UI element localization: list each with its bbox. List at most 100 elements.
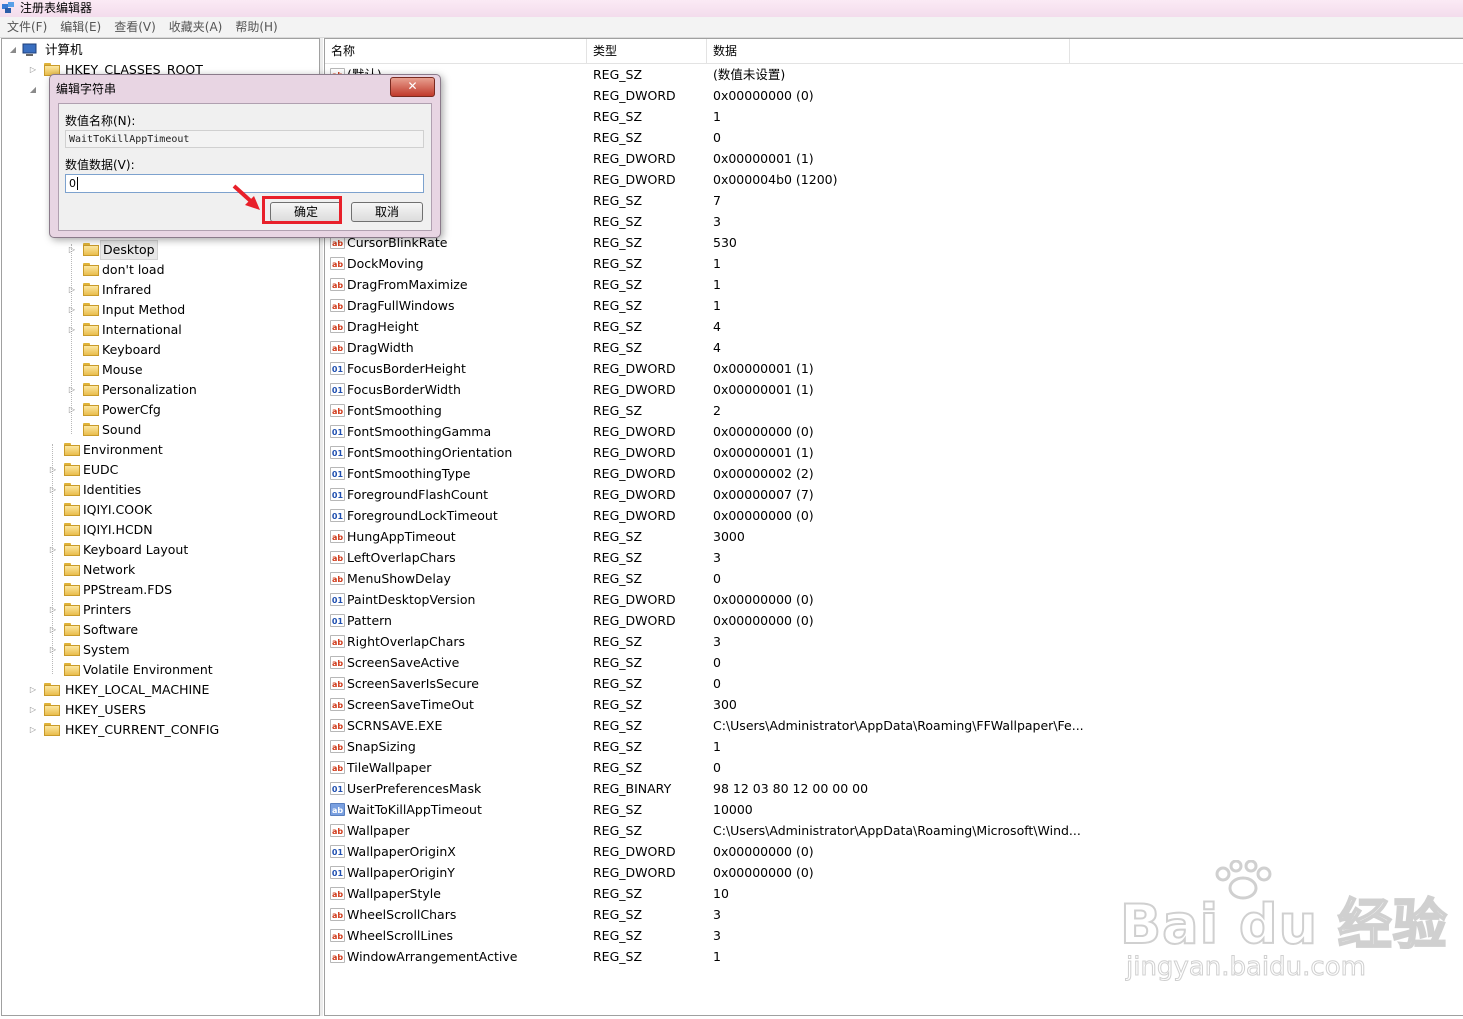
- menu-file[interactable]: 文件(F): [7, 17, 47, 37]
- menu-edit[interactable]: 编辑(E): [60, 17, 101, 37]
- table-row[interactable]: ab MenuShowDelay REG_SZ 0: [325, 568, 1463, 589]
- table-row[interactable]: ab SCRNSAVE.EXE REG_SZ C:\Users\Administrat…: [325, 715, 1463, 736]
- table-row[interactable]: 01TimeoutREG_DWORD0x00000000 (0): [325, 85, 1463, 106]
- tree-label[interactable]: Keyboard: [100, 340, 163, 360]
- expand-toggle-icon[interactable]: ▷: [28, 60, 38, 80]
- table-row[interactable]: 01REG_DWORD0x00000001 (1): [325, 148, 1463, 169]
- table-row[interactable]: ab FontSmoothing REG_SZ 2: [325, 400, 1463, 421]
- tree-label[interactable]: PPStream.FDS: [81, 580, 174, 600]
- tree-label[interactable]: Sound: [100, 420, 143, 440]
- table-row[interactable]: ab CursorBlinkRate REG_SZ 530: [325, 232, 1463, 253]
- tree-label[interactable]: PowerCfg: [100, 400, 163, 420]
- folder-icon: [44, 723, 60, 736]
- expand-toggle-icon[interactable]: ◢: [28, 80, 38, 100]
- values-list[interactable]: 名称 类型 数据 ab(默认)REG_SZ(数值未设置)01TimeoutREG…: [324, 38, 1463, 1016]
- expand-toggle-icon[interactable]: ▷: [67, 400, 77, 420]
- value-data: 7: [713, 193, 721, 208]
- tree-label[interactable]: Personalization: [100, 380, 199, 400]
- menu-help[interactable]: 帮助(H): [235, 17, 277, 37]
- table-row[interactable]: ab SnapSizing REG_SZ 1: [325, 736, 1463, 757]
- table-row[interactable]: 01 WallpaperOriginX REG_DWORD 0x00000000 (0…: [325, 841, 1463, 862]
- table-row[interactable]: abREG_SZ1: [325, 106, 1463, 127]
- table-row[interactable]: abREG_SZ3: [325, 211, 1463, 232]
- tree-label[interactable]: Keyboard Layout: [81, 540, 190, 560]
- tree-label[interactable]: Mouse: [100, 360, 145, 380]
- expand-toggle-icon[interactable]: ▷: [67, 320, 77, 340]
- expand-toggle-icon[interactable]: ▷: [48, 480, 58, 500]
- tree-label[interactable]: Infrared: [100, 280, 153, 300]
- table-row[interactable]: ab WaitToKillAppTimeout REG_SZ 10000: [325, 799, 1463, 820]
- table-row[interactable]: abnsREG_SZ7: [325, 190, 1463, 211]
- table-row[interactable]: ab ScreenSaveTimeOut REG_SZ 300: [325, 694, 1463, 715]
- expand-toggle-icon[interactable]: ▷: [48, 600, 58, 620]
- value-data: 2: [713, 403, 721, 418]
- folder-icon: [64, 643, 80, 656]
- table-row[interactable]: ab(默认)REG_SZ(数值未设置): [325, 64, 1463, 85]
- tree-label[interactable]: HKEY_CURRENT_CONFIG: [63, 720, 221, 740]
- table-row[interactable]: abResetsREG_SZ0: [325, 127, 1463, 148]
- table-row[interactable]: ab HungAppTimeout REG_SZ 3000: [325, 526, 1463, 547]
- table-row[interactable]: ab TileWallpaper REG_SZ 0: [325, 757, 1463, 778]
- value-name: ScreenSaveActive: [347, 655, 460, 670]
- column-header-name[interactable]: 名称: [325, 39, 587, 63]
- expand-toggle-icon[interactable]: ▷: [48, 460, 58, 480]
- table-row[interactable]: 01 FontSmoothingType REG_DWORD 0x00000002 (…: [325, 463, 1463, 484]
- tree-label[interactable]: Software: [81, 620, 140, 640]
- tree-label[interactable]: Identities: [81, 480, 143, 500]
- tree-label[interactable]: Environment: [81, 440, 165, 460]
- value-data: 300: [713, 697, 737, 712]
- tree-label[interactable]: IQIYI.HCDN: [81, 520, 155, 540]
- table-row[interactable]: 01 FontSmoothingGamma REG_DWORD 0x00000000 …: [325, 421, 1463, 442]
- menu-view[interactable]: 查看(V): [114, 17, 156, 37]
- computer-icon: [22, 43, 37, 56]
- table-row[interactable]: ab DockMoving REG_SZ 1: [325, 253, 1463, 274]
- column-header-data[interactable]: 数据: [707, 39, 1070, 63]
- expand-toggle-icon[interactable]: ▷: [28, 700, 38, 720]
- tree-label[interactable]: Input Method: [100, 300, 187, 320]
- tree-label[interactable]: HKEY_LOCAL_MACHINE: [63, 680, 211, 700]
- expand-toggle-icon[interactable]: ▷: [28, 720, 38, 740]
- tree-label[interactable]: System: [81, 640, 132, 660]
- tree-label[interactable]: Desktop: [100, 240, 158, 260]
- table-row[interactable]: ab DragHeight REG_SZ 4: [325, 316, 1463, 337]
- close-icon[interactable]: ✕: [390, 77, 435, 97]
- expand-toggle-icon[interactable]: ▷: [67, 240, 77, 260]
- table-row[interactable]: 01 PaintDesktopVersion REG_DWORD 0x00000000…: [325, 589, 1463, 610]
- tree-label[interactable]: EUDC: [81, 460, 120, 480]
- expand-toggle-icon[interactable]: ▷: [28, 680, 38, 700]
- table-row[interactable]: 01 ForegroundFlashCount REG_DWORD 0x0000000…: [325, 484, 1463, 505]
- table-row[interactable]: 01 ForegroundLockTimeout REG_DWORD 0x000000…: [325, 505, 1463, 526]
- expand-toggle-icon[interactable]: ▷: [48, 620, 58, 640]
- tree-label[interactable]: International: [100, 320, 184, 340]
- cancel-button[interactable]: 取消: [351, 202, 423, 222]
- expand-toggle-icon[interactable]: ▷: [48, 640, 58, 660]
- expand-toggle-icon[interactable]: ▷: [67, 280, 77, 300]
- table-row[interactable]: 01 FocusBorderHeight REG_DWORD 0x00000001 (…: [325, 358, 1463, 379]
- table-row[interactable]: ab Wallpaper REG_SZ C:\Users\Administrator\…: [325, 820, 1463, 841]
- table-row[interactable]: ab ScreenSaveActive REG_SZ 0: [325, 652, 1463, 673]
- column-header-type[interactable]: 类型: [587, 39, 707, 63]
- table-row[interactable]: ab DragFromMaximize REG_SZ 1: [325, 274, 1463, 295]
- table-row[interactable]: ab RightOverlapChars REG_SZ 3: [325, 631, 1463, 652]
- expand-toggle-icon[interactable]: ▷: [48, 540, 58, 560]
- tree-label-computer[interactable]: 计算机: [43, 40, 85, 60]
- table-row[interactable]: 01 FocusBorderWidth REG_DWORD 0x00000001 (1…: [325, 379, 1463, 400]
- tree-label[interactable]: HKEY_USERS: [63, 700, 148, 720]
- expand-toggle-icon[interactable]: ▷: [67, 300, 77, 320]
- table-row[interactable]: 01 FontSmoothingOrientation REG_DWORD 0x000…: [325, 442, 1463, 463]
- tree-label[interactable]: Printers: [81, 600, 133, 620]
- table-row[interactable]: 01 Pattern REG_DWORD 0x00000000 (0): [325, 610, 1463, 631]
- tree-label[interactable]: IQIYI.COOK: [81, 500, 154, 520]
- tree-label[interactable]: don't load: [100, 260, 167, 280]
- table-row[interactable]: 01 UserPreferencesMask REG_BINARY 98 12 03 …: [325, 778, 1463, 799]
- table-row[interactable]: ab ScreenSaverIsSecure REG_SZ 0: [325, 673, 1463, 694]
- expand-toggle-icon[interactable]: ◢: [8, 40, 18, 60]
- expand-toggle-icon[interactable]: ▷: [67, 380, 77, 400]
- tree-label[interactable]: Network: [81, 560, 137, 580]
- table-row[interactable]: 01REG_DWORD0x000004b0 (1200): [325, 169, 1463, 190]
- tree-label[interactable]: Volatile Environment: [81, 660, 215, 680]
- table-row[interactable]: ab DragFullWindows REG_SZ 1: [325, 295, 1463, 316]
- table-row[interactable]: ab DragWidth REG_SZ 4: [325, 337, 1463, 358]
- table-row[interactable]: ab LeftOverlapChars REG_SZ 3: [325, 547, 1463, 568]
- menu-favorites[interactable]: 收藏夹(A): [169, 17, 223, 37]
